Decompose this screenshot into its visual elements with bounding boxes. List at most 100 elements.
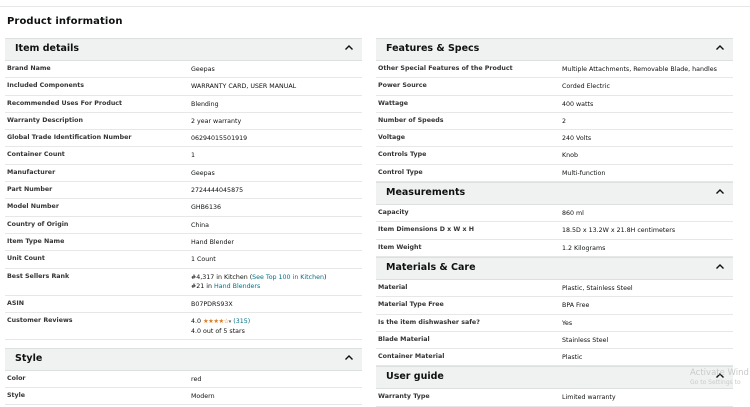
spec-label: Color <box>7 374 26 382</box>
chevron-down-icon[interactable]: ▾ <box>229 319 232 325</box>
customer-reviews-row: Customer Reviews 4.0 ★★★★☆▾ (315) 4.0 ou… <box>5 313 362 340</box>
spec-row: Item Dimensions D x W x H 18.5D x 13.2W x… <box>376 222 733 240</box>
review-count-link[interactable]: (315) <box>233 318 250 325</box>
user-guide-header[interactable]: User guide <box>376 366 733 390</box>
spec-value: WARRANTY CARD, USER MANUAL <box>191 83 297 91</box>
spec-value: BPA Free <box>562 302 590 310</box>
measurements-header[interactable]: Measurements <box>376 182 733 206</box>
spec-row: Is the item dishwasher safe? Yes <box>376 315 733 332</box>
spec-row: Controls Type Knob <box>376 147 733 165</box>
spec-row: Model Number GHB6136 <box>5 199 362 217</box>
spec-row: Container Count 1 <box>5 147 362 165</box>
item-details-header[interactable]: Item details <box>5 38 362 61</box>
spec-value: Geepas <box>191 66 215 73</box>
star-rating-icon[interactable]: ★★★★☆ <box>203 318 229 325</box>
spec-label: Recommended Uses For Product <box>7 99 123 107</box>
left-column: Item details Brand Name Geepas Included C… <box>5 38 362 406</box>
best-sellers-value: #4,317 in Kitchen (See Top 100 in Kitche… <box>191 273 326 291</box>
chevron-up-icon[interactable] <box>715 187 725 197</box>
spec-label: Control Type <box>378 168 423 176</box>
chevron-up-icon[interactable] <box>344 353 354 363</box>
spec-label: Material Type Free <box>378 301 444 309</box>
spec-label: Unit Count <box>7 255 45 263</box>
spec-row: Warranty Description 2 year warranty <box>5 113 362 131</box>
spec-value: 860 ml <box>562 210 584 218</box>
spec-row: Item Weight 1.2 Kilograms <box>376 240 733 257</box>
style-header[interactable]: Style <box>5 347 362 371</box>
spec-label: Number of Speeds <box>378 116 444 124</box>
spec-value: 2724444045875 <box>191 187 244 195</box>
item-details-section: Item details Brand Name Geepas Included C… <box>5 38 362 340</box>
top-100-kitchen-link[interactable]: See Top 100 in Kitchen <box>252 274 324 281</box>
section-title: User guide <box>386 371 444 383</box>
spec-value: 1 Count <box>191 256 216 264</box>
spec-label: Is the item dishwasher safe? <box>378 318 480 326</box>
spec-label: Blade Material <box>378 335 430 343</box>
spec-row: Part Number 2724444045875 <box>5 182 362 200</box>
spec-label: Material <box>378 283 408 291</box>
materials-header[interactable]: Materials & Care <box>376 256 733 280</box>
spec-label: Brand Name <box>7 65 51 72</box>
spec-row: Item Type Name Hand Blender <box>5 234 362 252</box>
watermark-line1: Activate Wind <box>690 368 749 378</box>
spec-value: Limited warranty <box>562 394 616 402</box>
spec-value: 2 year warranty <box>191 117 242 125</box>
spec-value: 400 watts <box>562 100 594 108</box>
spec-value: red <box>191 375 202 383</box>
rating-summary: 4.0 out of 5 stars <box>191 327 245 335</box>
spec-row: Unit Count 1 Count <box>5 251 362 269</box>
spec-value: 1 <box>191 152 196 160</box>
best-sellers-row: Best Sellers Rank #4,317 in Kitchen (See… <box>5 269 362 296</box>
activate-windows-watermark: Activate Wind Go to Settings to <box>690 368 750 386</box>
spec-value: 18.5D x 13.2W x 21.8H centimeters <box>562 227 676 235</box>
section-title: Measurements <box>386 187 466 199</box>
chevron-up-icon[interactable] <box>715 43 725 53</box>
spec-label: Model Number <box>7 203 59 211</box>
spec-value: Plastic <box>562 354 583 362</box>
rating-number: 4.0 <box>191 317 202 325</box>
spec-value: Multiple Attachments, Removable Blade, h… <box>562 66 717 73</box>
spec-label: Other Special Features of the Product <box>378 65 513 72</box>
spec-label: Manufacturer <box>7 168 56 176</box>
rank-text: #21 in <box>191 282 215 290</box>
spec-row: Other Special Features of the Product Mul… <box>376 61 733 79</box>
chevron-up-icon[interactable] <box>715 262 725 272</box>
spec-value: 2 <box>562 117 567 125</box>
rank-paren: ) <box>323 273 327 281</box>
section-title: Item details <box>15 43 80 54</box>
spec-value: GHB6136 <box>191 204 221 212</box>
section-title: Style <box>15 352 43 364</box>
spec-row: Blade Material Stainless Steel <box>376 332 733 350</box>
spec-row: Power Source Corded Electric <box>376 78 733 96</box>
spec-row: Global Trade Identification Number 062940… <box>5 130 362 148</box>
spec-row: Control Type Multi-function <box>376 165 733 183</box>
spec-value: Blending <box>191 100 219 108</box>
spec-row: Style Modern <box>5 388 362 406</box>
spec-value: China <box>191 221 209 229</box>
spec-row: Color red <box>5 371 362 389</box>
features-header[interactable]: Features & Specs <box>376 38 733 61</box>
right-column: Features & Specs Other Special Features … <box>376 38 733 407</box>
spec-label: Container Count <box>7 151 65 159</box>
spec-row: Included Components WARRANTY CARD, USER M… <box>5 78 362 96</box>
spec-row: Container Material Plastic <box>376 349 733 367</box>
spec-label: ASIN <box>7 299 25 307</box>
spec-row: Number of Speeds 2 <box>376 113 733 131</box>
user-guide-section: User guide Warranty Type Limited warranty <box>376 366 733 407</box>
spec-row: Wattage 400 watts <box>376 96 733 113</box>
chevron-up-icon[interactable] <box>344 43 354 53</box>
spec-label: Part Number <box>7 186 53 194</box>
hand-blenders-link[interactable]: Hand Blenders <box>214 283 260 290</box>
spec-row: Voltage 240 Volts <box>376 130 733 148</box>
spec-label: Capacity <box>378 209 409 217</box>
section-title: Features & Specs <box>386 43 480 54</box>
spec-label: Customer Reviews <box>7 316 73 324</box>
spec-value: 240 Volts <box>562 135 592 143</box>
spec-row: Capacity 860 ml <box>376 205 733 223</box>
features-section: Features & Specs Other Special Features … <box>376 38 733 183</box>
spec-label: Style <box>7 392 26 400</box>
spec-label: Voltage <box>378 134 406 142</box>
watermark-line2: Go to Settings to <box>690 379 741 386</box>
spec-label: Best Sellers Rank <box>7 272 70 280</box>
spec-label: Warranty Description <box>7 116 83 124</box>
